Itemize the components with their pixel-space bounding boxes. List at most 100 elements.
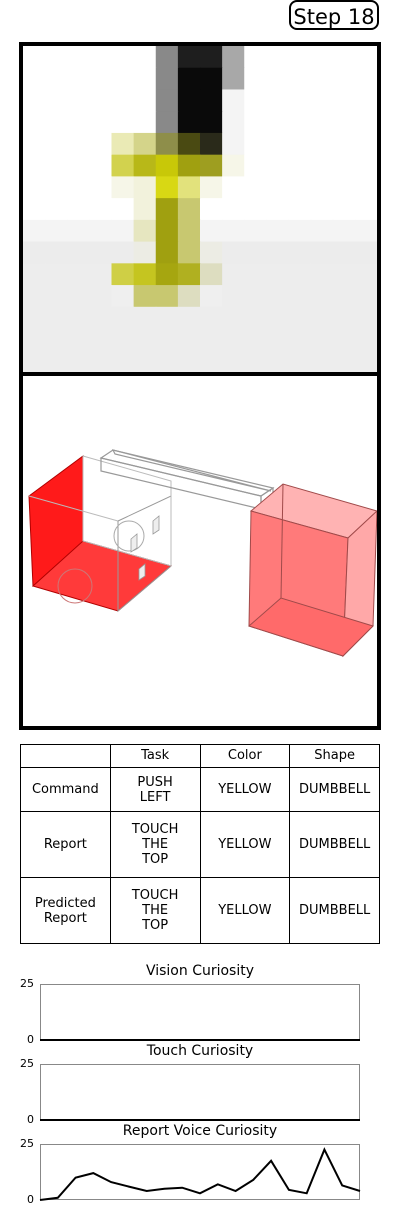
vision-pixel	[266, 328, 290, 351]
vision-pixel	[133, 263, 157, 286]
right-red-box	[248, 483, 377, 658]
table-header-cell	[20, 744, 111, 768]
table-header-row: Task Color Shape	[20, 744, 380, 768]
series-line	[39, 1147, 361, 1201]
table-row: Predicted Report TOUCH THE TOP YELLOW DUMBB…	[20, 877, 380, 944]
vision-pixel	[23, 219, 46, 243]
vision-pixel	[244, 285, 267, 308]
vision-pixel	[177, 46, 201, 69]
vision-pixel	[133, 219, 157, 243]
vision-pixel	[310, 46, 334, 69]
vision-pixel	[45, 219, 68, 243]
vision-pixel	[332, 154, 356, 177]
vision-pixel	[67, 219, 90, 243]
vision-pixel	[45, 67, 68, 91]
vision-pixel	[89, 350, 113, 372]
vision-pixel	[332, 89, 356, 112]
vision-pixel	[89, 328, 113, 351]
chart-title: Touch Curiosity	[146, 1043, 254, 1059]
vision-pixel	[155, 219, 179, 243]
vision-pixel	[288, 89, 312, 112]
vision-pixel	[244, 67, 267, 91]
vision-pixel	[332, 46, 356, 69]
vision-pixel	[200, 67, 223, 91]
vision-pixel	[155, 154, 179, 177]
vision-pixel	[244, 350, 267, 372]
vision-pixel	[222, 306, 245, 330]
y-tick-label: 0	[27, 1033, 34, 1046]
vision-pixel	[133, 176, 157, 199]
vision-pixel	[310, 198, 334, 221]
vision-pixel	[45, 241, 68, 264]
vision-pixel	[222, 219, 245, 243]
table-row: Report TOUCH THE TOP YELLOW DUMBBELL	[20, 811, 380, 879]
vision-pixel	[332, 306, 356, 330]
vision-pixel	[222, 46, 245, 69]
vision-pixel	[310, 350, 334, 372]
vision-pixel	[177, 176, 201, 199]
vision-pixel	[288, 46, 312, 69]
vision-pixel	[111, 132, 135, 156]
vision-pixel	[244, 111, 267, 134]
vision-pixel	[177, 132, 201, 156]
vision-pixel	[288, 67, 312, 91]
touch-curiosity-lines	[40, 1119, 360, 1121]
vision-pixel	[111, 111, 135, 134]
vision-pixel	[244, 46, 267, 69]
vision-pixel	[310, 67, 334, 91]
shape-cell: DUMBBELL	[289, 877, 380, 944]
vision-pixel	[288, 198, 312, 221]
vision-pixel	[354, 350, 377, 372]
vision-pixel	[111, 263, 135, 286]
vision-pixel	[23, 241, 46, 264]
vision-pixel	[89, 46, 113, 69]
table-header-cell: Color	[199, 744, 291, 768]
vision-pixel	[200, 241, 223, 264]
vision-pixel	[332, 198, 356, 221]
step-label: Step 18	[289, 0, 379, 30]
vision-pixel	[222, 350, 245, 372]
vision-pixel	[266, 67, 290, 91]
vision-pixel	[288, 111, 312, 134]
vision-pixel	[155, 198, 179, 221]
vision-pixel	[222, 328, 245, 351]
vision-pixel	[200, 198, 223, 221]
scene-render	[28, 449, 377, 658]
vision-pixel	[288, 263, 312, 286]
vision-pixel	[23, 285, 46, 308]
vision-pixel	[332, 67, 356, 91]
scene-view	[19, 372, 381, 730]
vision-pixel	[354, 154, 377, 177]
vision-pixel	[354, 263, 377, 286]
vision-pixel	[45, 285, 68, 308]
vision-pixel	[266, 46, 290, 69]
vision-pixel	[23, 328, 46, 351]
vision-pixel	[67, 46, 90, 69]
vision-pixel	[288, 328, 312, 351]
vision-pixel	[45, 263, 68, 286]
vision-pixel	[155, 241, 179, 264]
vision-pixel	[310, 285, 334, 308]
vision-pixel	[332, 263, 356, 286]
vision-pixel	[332, 219, 356, 243]
vision-pixel	[177, 350, 201, 372]
vision-pixel	[155, 89, 179, 112]
vision-pixel	[133, 132, 157, 156]
vision-pixel	[266, 132, 290, 156]
vision-pixel	[67, 176, 90, 199]
vision-pixel	[133, 111, 157, 134]
vision-pixel	[45, 198, 68, 221]
vision-pixel	[111, 154, 135, 177]
vision-pixel	[200, 46, 223, 69]
vision-pixel	[244, 241, 267, 264]
vision-pixel	[200, 263, 223, 286]
vision-pixel	[310, 241, 334, 264]
vision-pixel	[177, 263, 201, 286]
vision-pixel	[155, 285, 179, 308]
vision-pixel	[133, 46, 157, 69]
vision-pixel	[222, 111, 245, 134]
vision-pixel	[67, 154, 90, 177]
vision-pixel	[354, 132, 377, 156]
vision-pixel	[111, 285, 135, 308]
vision-pixel	[354, 241, 377, 264]
